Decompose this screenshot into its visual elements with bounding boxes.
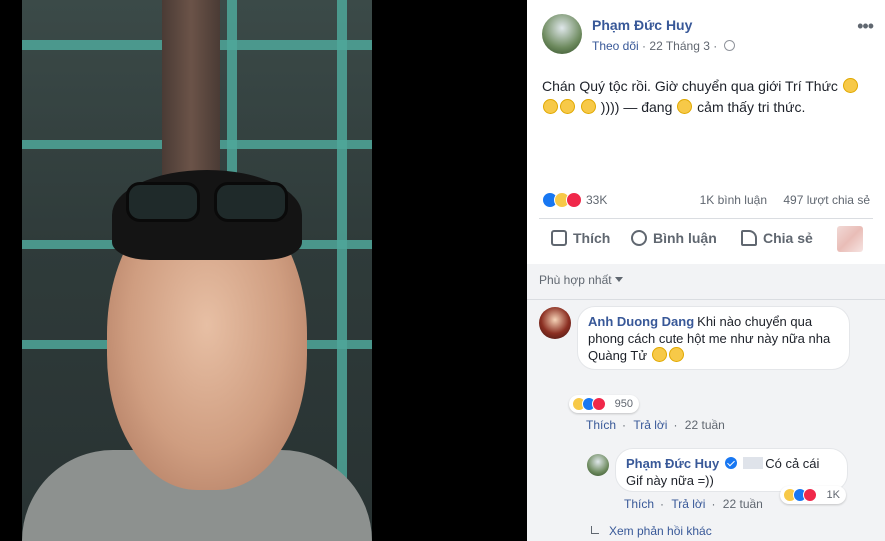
share-label: Chia sẻ <box>763 230 813 246</box>
reply-like-link[interactable]: Thích <box>624 497 654 511</box>
share-count[interactable]: 497 lượt chia sẻ <box>783 193 870 207</box>
reaction-bar: 33K 1K bình luận 497 lượt chia sẻ <box>542 190 870 210</box>
meta-dot: · <box>713 39 721 53</box>
more-icon[interactable]: ••• <box>857 16 874 37</box>
follow-link[interactable]: Theo dõi <box>592 39 639 53</box>
action-bar: Thích Bình luận Chia sẻ <box>539 222 873 258</box>
comments-section: Phù hợp nhất Anh Duong Dang Khi nào chuyể… <box>527 264 885 541</box>
rofl-emoji-icon <box>560 99 575 114</box>
feeling-emoji-icon <box>677 99 693 114</box>
reply-author-name[interactable]: Phạm Đức Huy <box>626 456 719 471</box>
reply-actions: Thích · Trả lời · 22 tuần <box>624 497 763 511</box>
window-bar <box>337 0 347 541</box>
viewer-avatar[interactable] <box>837 226 863 252</box>
post-photo[interactable] <box>22 0 372 541</box>
love-reaction-icon <box>566 192 582 208</box>
love-reaction-icon <box>592 397 606 411</box>
comment-reactions[interactable]: 950 <box>569 395 639 413</box>
author-name[interactable]: Phạm Đức Huy <box>592 17 692 33</box>
mention-tag[interactable] <box>743 457 764 469</box>
laugh-emoji-icon <box>651 347 667 362</box>
post-text-line1: Chán Quý tộc rồi. Giờ chuyển qua giới Tr… <box>542 78 838 94</box>
feeling-prefix: — đang <box>623 99 673 115</box>
rofl-emoji-icon <box>842 78 858 93</box>
share-icon <box>741 230 757 246</box>
divider <box>527 299 885 300</box>
lens <box>214 182 288 222</box>
divider <box>539 218 873 219</box>
reaction-count[interactable]: 33K <box>586 193 607 207</box>
more-replies-label: Xem phản hồi khác <box>609 524 712 538</box>
reply-time[interactable]: 22 tuần <box>723 497 763 511</box>
post-text-suffix: )))) <box>600 99 620 115</box>
comment-button[interactable]: Bình luận <box>631 230 717 246</box>
sort-label: Phù hợp nhất <box>539 273 612 287</box>
commenter-name[interactable]: Anh Duong Dang <box>588 314 694 329</box>
share-button[interactable]: Chia sẻ <box>741 230 813 246</box>
reply-reply-link[interactable]: Trả lời <box>671 497 705 511</box>
laugh-emoji-icon <box>668 347 684 362</box>
feeling-text[interactable]: cảm thấy tri thức. <box>697 99 805 115</box>
comment-icon <box>631 230 647 246</box>
reply-avatar[interactable] <box>587 454 609 476</box>
verified-icon <box>725 457 738 469</box>
reply-text-line1: Có cả cái <box>765 456 820 471</box>
author-avatar[interactable] <box>542 14 582 54</box>
like-label: Thích <box>573 230 611 246</box>
reply-reactions[interactable]: 1K <box>780 486 846 504</box>
more-replies-link[interactable]: Xem phản hồi khác <box>591 524 712 538</box>
post-text: Chán Quý tộc rồi. Giờ chuyển qua giới Tr… <box>542 76 872 118</box>
comment-count[interactable]: 1K bình luận <box>700 193 767 207</box>
reply-arrow-icon <box>591 526 599 534</box>
photo-viewer <box>0 0 527 541</box>
post-date[interactable]: 22 Tháng 3 <box>649 39 710 53</box>
comment-sort-dropdown[interactable]: Phù hợp nhất <box>539 273 623 287</box>
comment-like-link[interactable]: Thích <box>586 418 616 432</box>
lens <box>126 182 200 222</box>
caret-down-icon <box>614 277 623 282</box>
comment-label: Bình luận <box>653 230 717 246</box>
glasses <box>122 182 292 222</box>
comment-time[interactable]: 22 tuần <box>685 418 725 432</box>
post-meta: Theo dõi · 22 Tháng 3 · <box>592 39 735 53</box>
smile-emoji-icon <box>580 99 596 114</box>
comment-reply-link[interactable]: Trả lời <box>633 418 667 432</box>
post-header: Phạm Đức Huy Theo dõi · 22 Tháng 3 · ••• <box>542 14 875 58</box>
reply-reaction-count: 1K <box>826 489 840 501</box>
commenter-avatar[interactable] <box>539 307 571 339</box>
like-button[interactable]: Thích <box>551 230 610 246</box>
rofl-emoji-icon <box>543 99 558 114</box>
globe-icon <box>723 40 735 51</box>
comment-bubble: Anh Duong Dang Khi nào chuyển qua phong c… <box>577 306 850 370</box>
reply-text-line2: Gif này nữa =)) <box>626 473 714 488</box>
like-icon <box>551 230 567 246</box>
comment-reaction-count: 950 <box>614 398 633 410</box>
love-reaction-icon <box>803 488 817 502</box>
post-panel: Phạm Đức Huy Theo dõi · 22 Tháng 3 · •••… <box>527 0 885 541</box>
comment-actions: Thích · Trả lời · 22 tuần <box>586 418 725 432</box>
